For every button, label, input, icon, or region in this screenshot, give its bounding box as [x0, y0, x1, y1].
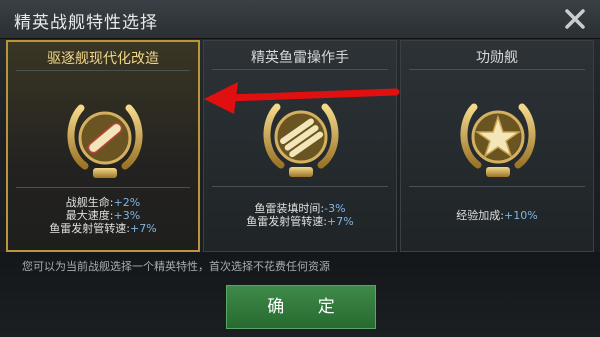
trait-stats: 经验加成:+10% — [401, 209, 593, 222]
red-pointer-arrow-icon — [204, 82, 400, 114]
title-bar: 精英战舰特性选择 — [0, 0, 600, 39]
stat-value: +7% — [130, 222, 157, 235]
stat-value: +3% — [113, 209, 141, 222]
confirm-button[interactable]: 确 定 — [226, 285, 376, 329]
dialog-title: 精英战舰特性选择 — [14, 13, 158, 33]
trait-card-merit-ship[interactable]: 功勋舰 经验加成:+10% — [400, 40, 594, 252]
divider — [212, 186, 388, 187]
trait-name: 驱逐舰现代化改造 — [47, 51, 159, 67]
stat-value: -3% — [324, 202, 346, 215]
stat-label: 最大速度: — [65, 209, 114, 222]
selection-note: 您可以为当前战舰选择一个精英特性，首次选择不花费任何资源 — [22, 260, 330, 273]
divider — [16, 187, 190, 188]
torpedo-laurel-emblem-icon — [67, 104, 143, 178]
stat-label: 鱼雷发射管转速: — [49, 222, 131, 235]
divider — [409, 69, 585, 70]
stat-label: 鱼雷装填时间: — [254, 202, 325, 215]
divider — [409, 186, 585, 187]
trait-stats: 战舰生命:+2% 最大速度:+3% 鱼雷发射管转速:+7% — [8, 196, 198, 235]
stat-label: 经验加成: — [456, 209, 505, 222]
trait-name: 功勋舰 — [476, 50, 518, 66]
stat-value: +2% — [113, 196, 141, 209]
trait-stats: 鱼雷装填时间:-3% 鱼雷发射管转速:+7% — [204, 202, 396, 228]
stat-value: +7% — [327, 215, 354, 228]
trait-card-destroyer-modernization[interactable]: 驱逐舰现代化改造 战舰生命:+2% 最大速度:+3% 鱼雷发射管转速:+7% — [6, 40, 200, 252]
divider — [16, 70, 190, 71]
trait-selection-dialog: 精英战舰特性选择 驱逐舰现代化改造 战舰生命:+2% 最大速度:+3% 鱼雷发射… — [0, 0, 600, 337]
stat-value: +10% — [504, 209, 538, 222]
stat-label: 战舰生命: — [65, 196, 114, 209]
close-icon[interactable] — [564, 8, 586, 30]
trait-name: 精英鱼雷操作手 — [251, 50, 349, 66]
star-laurel-emblem-icon — [460, 103, 536, 177]
stat-label: 鱼雷发射管转速: — [246, 215, 328, 228]
